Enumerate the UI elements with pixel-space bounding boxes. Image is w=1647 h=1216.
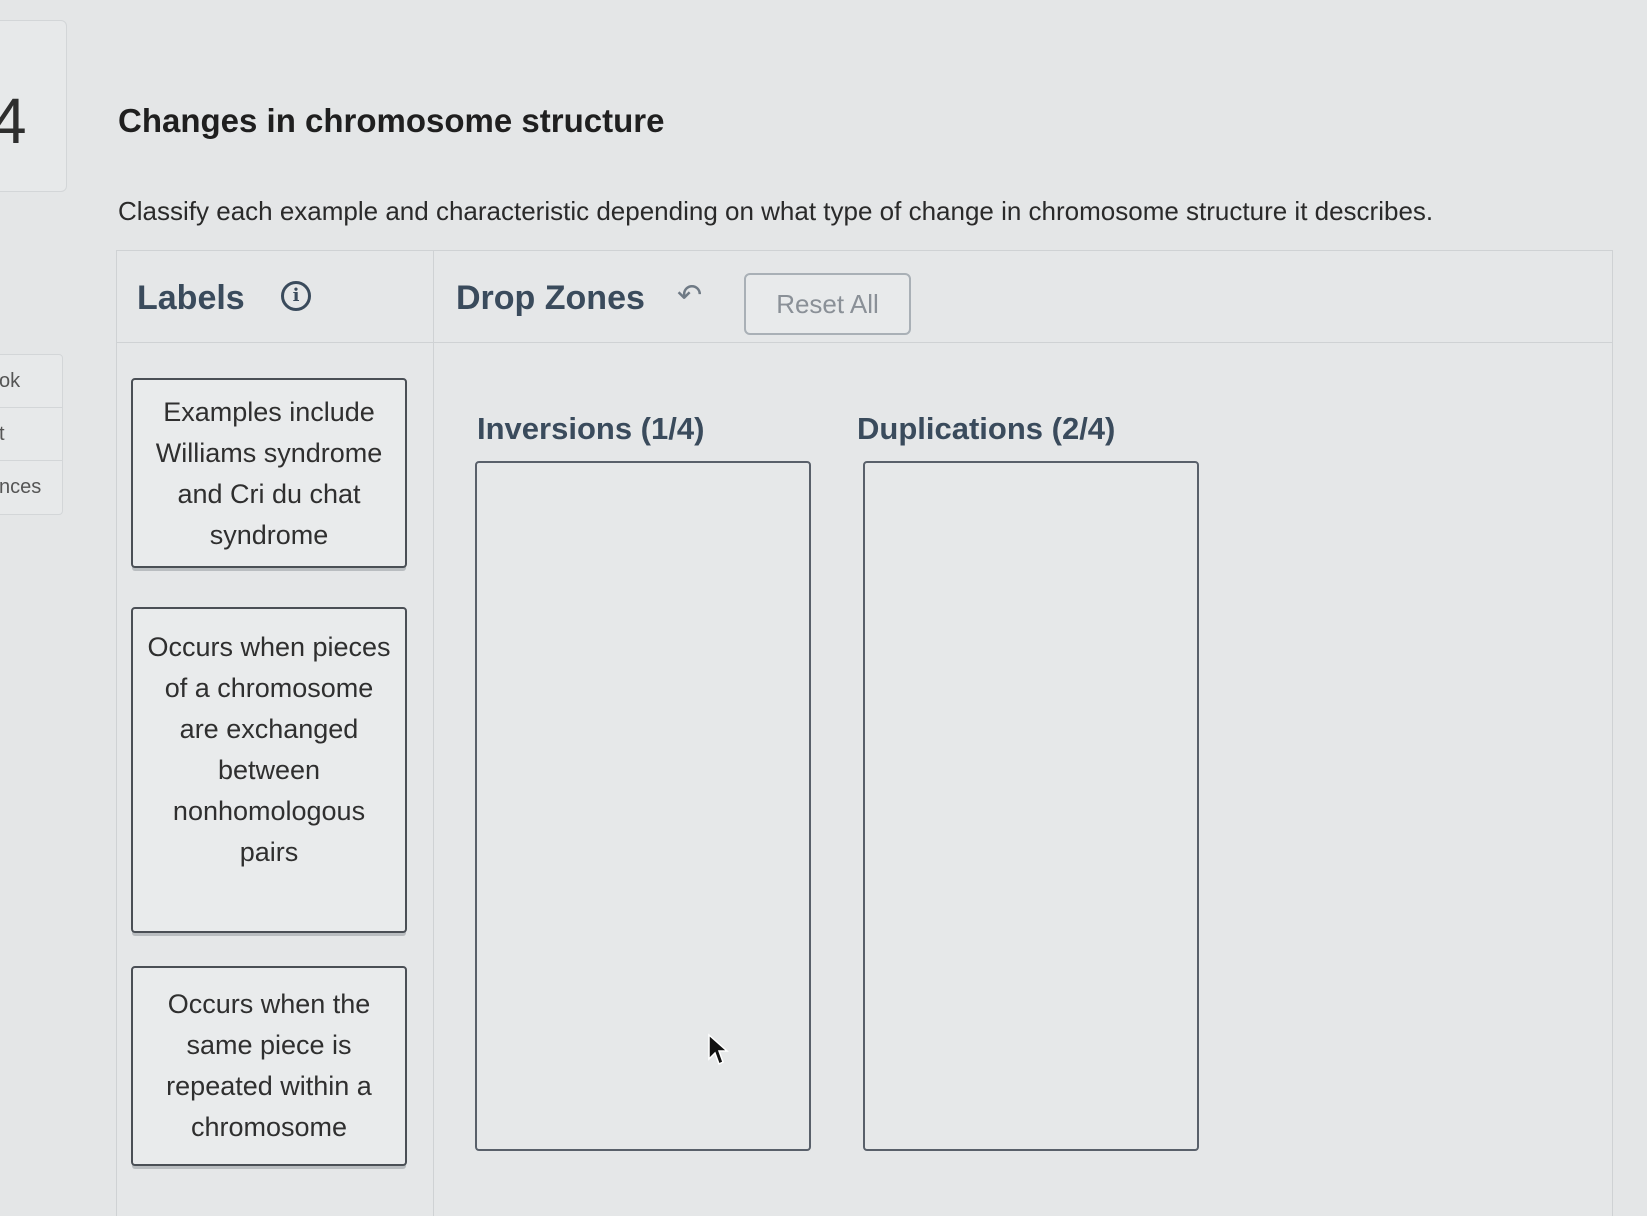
mouse-cursor-icon [708,1033,729,1066]
labels-column: Examples include Williams syndrome and C… [117,251,434,1216]
question-number: 4 [0,85,27,157]
reset-all-button[interactable]: Reset All [744,273,911,335]
inversions-zone-label: Inversions (1/4) [477,411,705,446]
drop-zones-header: Drop Zones ↶ Reset All [434,251,1612,343]
side-strip: 4 ok t nces [0,0,67,1215]
side-menu-item-1[interactable]: ok [0,355,62,408]
label-card[interactable]: Examples include Williams syndrome and C… [131,378,407,568]
side-menu-item-2[interactable]: t [0,408,62,461]
drop-zones-title: Drop Zones [456,279,645,317]
instructions-text: Classify each example and characteristic… [118,196,1434,226]
side-menu-item-3[interactable]: nces [0,461,62,514]
label-card[interactable]: Occurs when the same piece is repeated w… [131,966,407,1166]
page-title: Changes in chromosome structure [118,102,665,139]
inversions-drop-zone[interactable] [475,461,811,1151]
back-arrow-icon[interactable]: ↶ [677,281,702,311]
duplications-zone-label: Duplications (2/4) [857,411,1116,446]
side-menu: ok t nces [0,354,63,515]
label-card[interactable]: Occurs when pieces of a chromosome are e… [131,607,407,933]
question-number-tile[interactable]: 4 [0,20,67,192]
duplications-drop-zone[interactable] [863,461,1199,1151]
drag-drop-panel: Labels i Examples include Williams syndr… [116,250,1613,1216]
